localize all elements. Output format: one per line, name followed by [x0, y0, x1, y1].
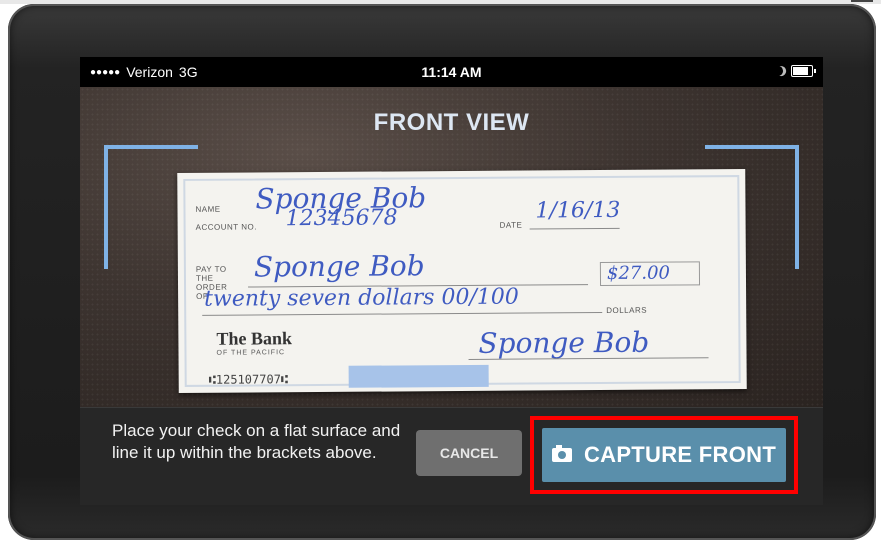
instructions-text: Place your check on a flat surface and l…: [112, 421, 401, 462]
capture-front-button[interactable]: CAPTURE FRONT: [542, 428, 786, 482]
check-amount: $27.00: [606, 262, 671, 284]
check-amount-words: twenty seven dollars 00/100: [204, 284, 519, 312]
check-label-dollars: DOLLARS: [606, 305, 648, 315]
check-label-date: DATE: [499, 220, 523, 230]
bank-logo: The Bank OF THE PACIFIC: [216, 328, 292, 357]
check-signature: Sponge Bob: [478, 325, 650, 360]
check-payee: Sponge Bob: [253, 249, 425, 284]
battery-icon: [791, 65, 816, 77]
tablet-device: ●●●●● Verizon 3G 11:14 AM FRONT VIEW NAM…: [8, 4, 876, 540]
amount-box: $27.00: [599, 261, 701, 287]
edge-tick: [851, 0, 873, 2]
check-label-name: NAME: [195, 204, 221, 214]
redaction-box: [348, 364, 489, 388]
bank-subtitle: OF THE PACIFIC: [216, 349, 286, 357]
view-title: FRONT VIEW: [373, 109, 530, 136]
capture-toolbar: Place your check on a flat surface and l…: [80, 407, 823, 505]
status-right: [772, 65, 816, 78]
check-micr-line: ⑆125107707⑆: [208, 372, 289, 387]
capture-front-label: CAPTURE FRONT: [583, 442, 777, 467]
capture-highlight: CAPTURE FRONT: [530, 416, 798, 494]
status-time: 11:14 AM: [421, 64, 482, 80]
app-screen: ●●●●● Verizon 3G 11:14 AM FRONT VIEW NAM…: [80, 57, 823, 505]
bank-name: The Bank: [216, 328, 293, 349]
cancel-button[interactable]: CANCEL: [416, 430, 522, 476]
check-label-account: ACCOUNT NO.: [195, 222, 258, 232]
camera-icon: [551, 445, 572, 462]
check-account-number: 12345678: [285, 205, 398, 232]
check-image: NAME Sponge Bob ACCOUNT NO. 12345678 DAT…: [177, 169, 747, 393]
camera-preview: FRONT VIEW NAME Sponge Bob ACCOUNT NO. 1…: [80, 87, 823, 407]
do-not-disturb-icon: [772, 65, 785, 78]
status-bar: ●●●●● Verizon 3G 11:14 AM: [80, 57, 823, 87]
check-date: 1/16/13: [535, 197, 621, 224]
